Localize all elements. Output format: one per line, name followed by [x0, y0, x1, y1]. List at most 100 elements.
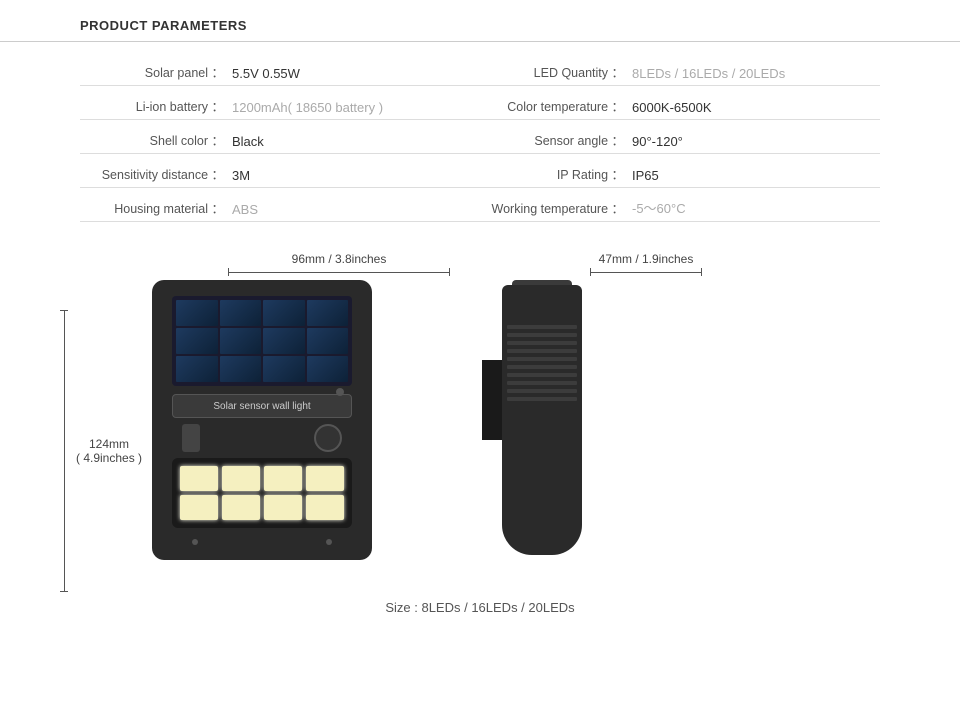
- param-row-right-1: Color temperature ： 6000K-6500K: [480, 96, 880, 120]
- solar-cell: [176, 328, 218, 354]
- solar-cell: [307, 300, 349, 326]
- led-bulb: [180, 466, 218, 491]
- small-dot-right: [326, 539, 332, 545]
- page-title: PRODUCT PARAMETERS: [80, 18, 247, 33]
- param-value: IP65: [630, 168, 810, 183]
- height-measurement: 124mm ( 4.9inches ): [60, 310, 142, 592]
- param-value: 1200mAh( 18650 battery ): [230, 100, 410, 115]
- solar-cell: [220, 300, 262, 326]
- param-label: Shell color ：: [80, 130, 230, 149]
- param-row-right-4: Working temperature ： -5～60°C: [480, 198, 880, 222]
- led-array: [172, 458, 352, 528]
- led-bulb: [264, 466, 302, 491]
- solar-cell: [176, 356, 218, 382]
- rib: [507, 365, 577, 369]
- solar-cell: [307, 356, 349, 382]
- param-value: 8LEDs / 16LEDs / 20LEDs: [630, 66, 810, 81]
- led-bulb: [306, 495, 344, 520]
- width-measurement-front: 96mm / 3.8inches: [228, 252, 450, 276]
- size-label-text: Size : 8LEDs / 16LEDs / 20LEDs: [385, 600, 574, 615]
- v-arrow: [60, 310, 68, 592]
- solar-cell: [263, 300, 305, 326]
- solar-cell: [220, 328, 262, 354]
- top-measurements: 96mm / 3.8inches 47mm / 1.9inches: [228, 252, 900, 276]
- param-label: Working temperature ：: [480, 198, 630, 217]
- param-row-left-0: Solar panel ： 5.5V 0.55W: [80, 62, 480, 86]
- v-vert-line: [64, 311, 65, 591]
- param-label: IP Rating ：: [480, 164, 630, 183]
- pir-sensor: [314, 424, 342, 452]
- width-label-front: 96mm / 3.8inches: [292, 252, 387, 266]
- param-value: 6000K-6500K: [630, 100, 810, 115]
- param-row-left-1: Li-ion battery ： 1200mAh( 18650 battery …: [80, 96, 480, 120]
- param-value: ABS: [230, 202, 410, 217]
- rib: [507, 381, 577, 385]
- size-label: Size : 8LEDs / 16LEDs / 20LEDs: [60, 600, 900, 625]
- solar-cell: [176, 300, 218, 326]
- param-label: Housing material ：: [80, 198, 230, 217]
- sensor-dot: [336, 388, 344, 396]
- height-label-col: 124mm ( 4.9inches ): [76, 437, 142, 465]
- led-bulb: [306, 466, 344, 491]
- param-label: Color temperature ：: [480, 96, 630, 115]
- param-label: Li-ion battery ：: [80, 96, 230, 115]
- param-value: Black: [230, 134, 410, 149]
- rib: [507, 333, 577, 337]
- rib: [507, 349, 577, 353]
- led-bulb: [222, 466, 260, 491]
- main-diagram: 124mm ( 4.9inches ): [60, 280, 900, 592]
- product-label-band: Solar sensor wall light: [172, 394, 352, 418]
- rib: [507, 373, 577, 377]
- dimensions-section: 96mm / 3.8inches 47mm / 1.9inches: [0, 242, 960, 625]
- param-label: LED Quantity ：: [480, 62, 630, 81]
- product-side-image: [472, 280, 582, 560]
- product-front-image: Solar sensor wall light: [152, 280, 372, 560]
- solar-panel: [172, 296, 352, 386]
- tick-right: [449, 268, 450, 276]
- param-label: Sensitivity distance ：: [80, 164, 230, 183]
- led-bulb: [180, 495, 218, 520]
- param-label: Sensor angle ：: [480, 130, 630, 149]
- width-arrow-front: [228, 268, 450, 276]
- side-bracket: [482, 360, 502, 440]
- side-ribs: [507, 325, 577, 401]
- param-value: -5～60°C: [630, 198, 810, 217]
- solar-cell: [220, 356, 262, 382]
- param-label: Solar panel ：: [80, 62, 230, 81]
- front-bottom: [172, 532, 352, 552]
- tick-right-side: [701, 268, 702, 276]
- width-measurement-side: 47mm / 1.9inches: [590, 252, 702, 276]
- side-body: [502, 285, 582, 555]
- rib: [507, 397, 577, 401]
- param-row-right-3: IP Rating ： IP65: [480, 164, 880, 188]
- param-row-left-3: Sensitivity distance ： 3M: [80, 164, 480, 188]
- rib: [507, 325, 577, 329]
- params-right-col: LED Quantity ： 8LEDs / 16LEDs / 20LEDs C…: [480, 62, 880, 232]
- param-value: 3M: [230, 168, 410, 183]
- solar-cell: [307, 328, 349, 354]
- param-value: 90°-120°: [630, 134, 810, 149]
- width-arrow-side: [590, 268, 702, 276]
- led-bulb: [222, 495, 260, 520]
- height-label: 124mm: [76, 437, 142, 451]
- params-section: Solar panel ： 5.5V 0.55W Li-ion battery …: [0, 42, 960, 242]
- v-tick-bottom: [60, 591, 68, 592]
- mode-switch: [182, 424, 200, 452]
- param-row-right-2: Sensor angle ： 90°-120°: [480, 130, 880, 154]
- param-row-right-0: LED Quantity ： 8LEDs / 16LEDs / 20LEDs: [480, 62, 880, 86]
- solar-cell: [263, 356, 305, 382]
- rib: [507, 341, 577, 345]
- param-row-left-2: Shell color ： Black: [80, 130, 480, 154]
- height-sub-label: ( 4.9inches ): [76, 451, 142, 465]
- params-left-col: Solar panel ： 5.5V 0.55W Li-ion battery …: [80, 62, 480, 232]
- horiz-line: [229, 272, 449, 273]
- width-label-side: 47mm / 1.9inches: [599, 252, 694, 266]
- page-header: PRODUCT PARAMETERS: [0, 0, 960, 42]
- param-value: 5.5V 0.55W: [230, 66, 410, 81]
- small-dot-left: [192, 539, 198, 545]
- rib: [507, 357, 577, 361]
- horiz-line-side: [591, 272, 701, 273]
- solar-cell: [263, 328, 305, 354]
- lower-sensor-section: [172, 424, 352, 452]
- rib: [507, 389, 577, 393]
